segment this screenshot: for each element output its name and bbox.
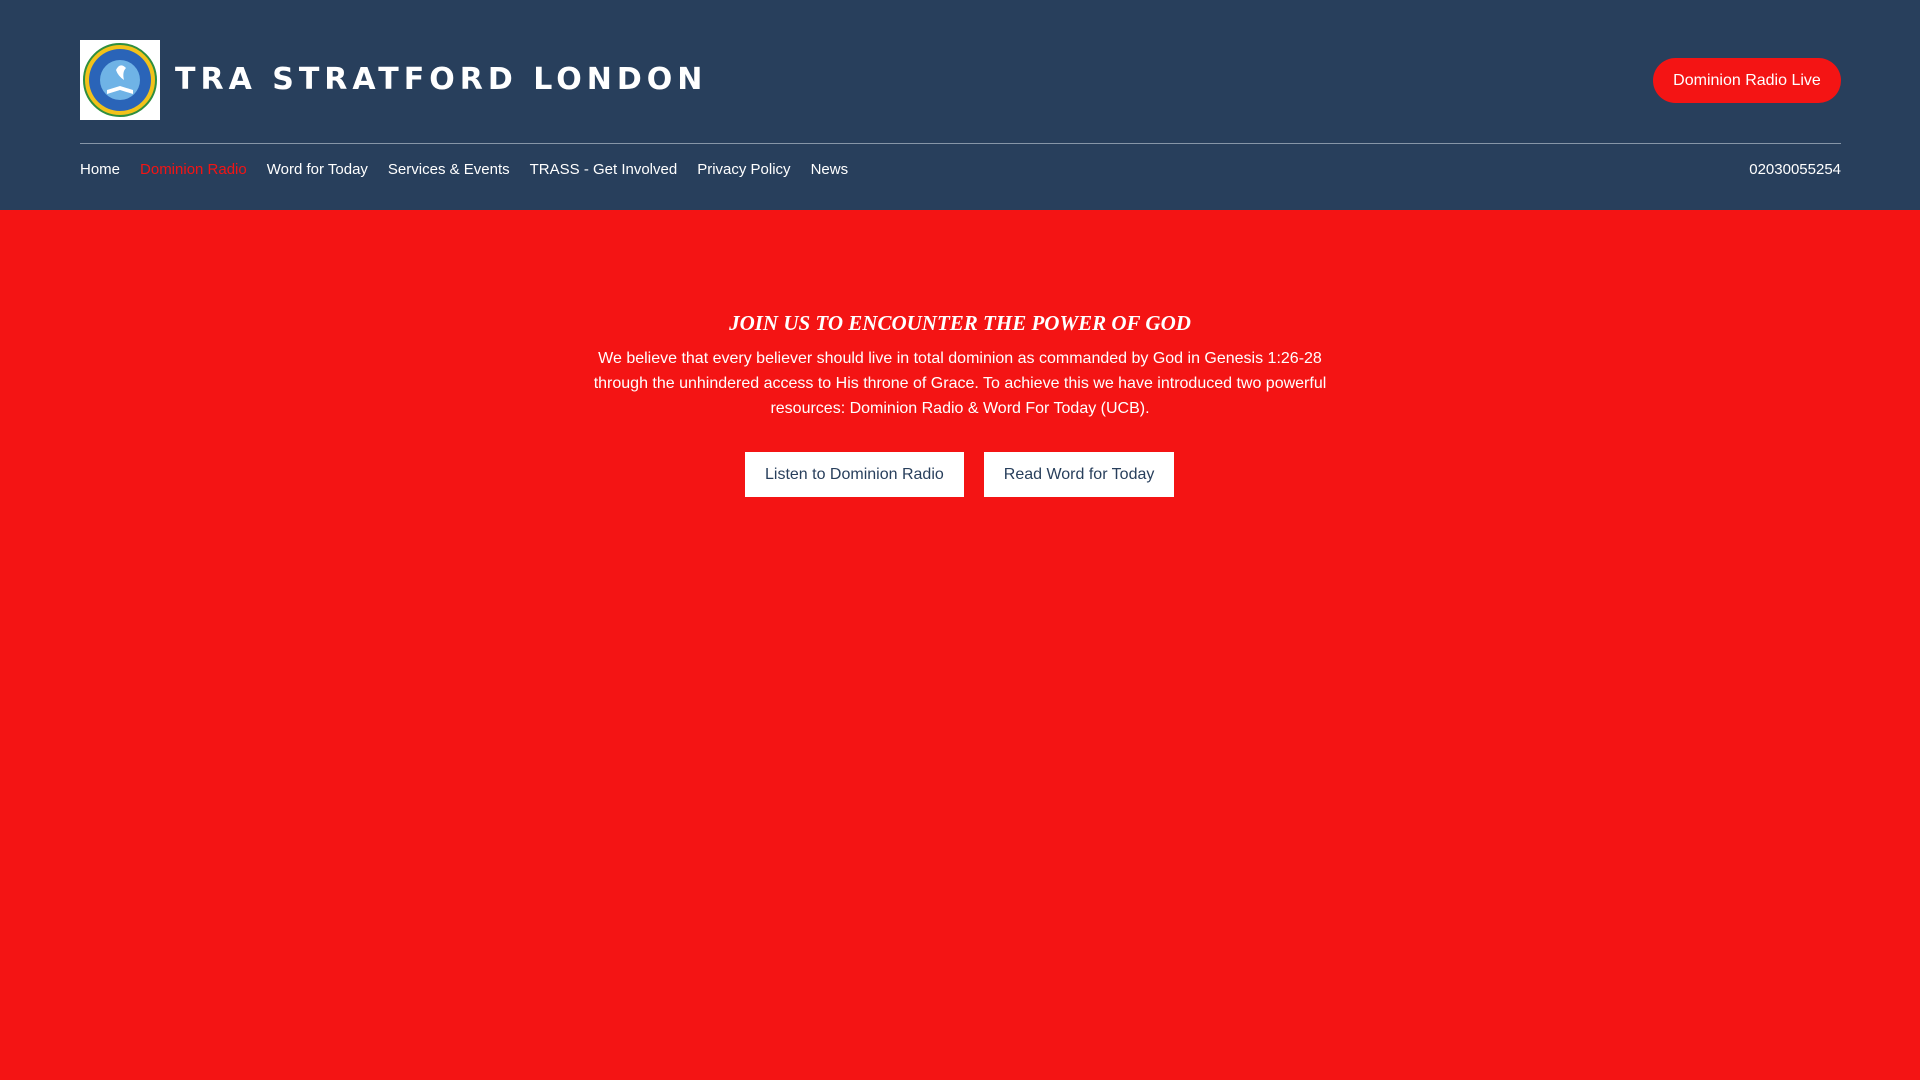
church-emblem-icon — [83, 43, 157, 117]
site-title[interactable]: TRA STRATFORD LONDON — [175, 58, 707, 102]
site-logo[interactable] — [80, 40, 160, 120]
nav-item-trass-get-involved[interactable]: TRASS - Get Involved — [530, 160, 678, 180]
hero-buttons: Listen to Dominion Radio Read Word for T… — [745, 452, 1175, 497]
read-word-for-today-button[interactable]: Read Word for Today — [983, 452, 1175, 497]
nav-item-word-for-today[interactable]: Word for Today — [267, 160, 368, 180]
hero-title: JOIN US TO ENCOUNTER THE POWER OF GOD — [729, 311, 1191, 335]
nav-item-privacy-policy[interactable]: Privacy Policy — [697, 160, 790, 180]
site-header: TRA STRATFORD LONDON Dominion Radio Live… — [0, 0, 1920, 210]
dominion-radio-live-button[interactable]: Dominion Radio Live — [1653, 58, 1841, 103]
listen-dominion-radio-button[interactable]: Listen to Dominion Radio — [745, 452, 964, 497]
hero-description: We believe that every believer should li… — [593, 350, 1327, 417]
phone-number[interactable]: 02030055254 — [1749, 160, 1841, 180]
nav-item-dominion-radio[interactable]: Dominion Radio — [140, 160, 247, 180]
main-nav: Home Dominion Radio Word for Today Servi… — [80, 160, 848, 180]
nav-item-news[interactable]: News — [811, 160, 849, 180]
header-divider — [80, 143, 1841, 144]
nav-item-home[interactable]: Home — [80, 160, 120, 180]
nav-item-services-events[interactable]: Services & Events — [388, 160, 510, 180]
hero-section: JOIN US TO ENCOUNTER THE POWER OF GOD We… — [560, 306, 1360, 421]
